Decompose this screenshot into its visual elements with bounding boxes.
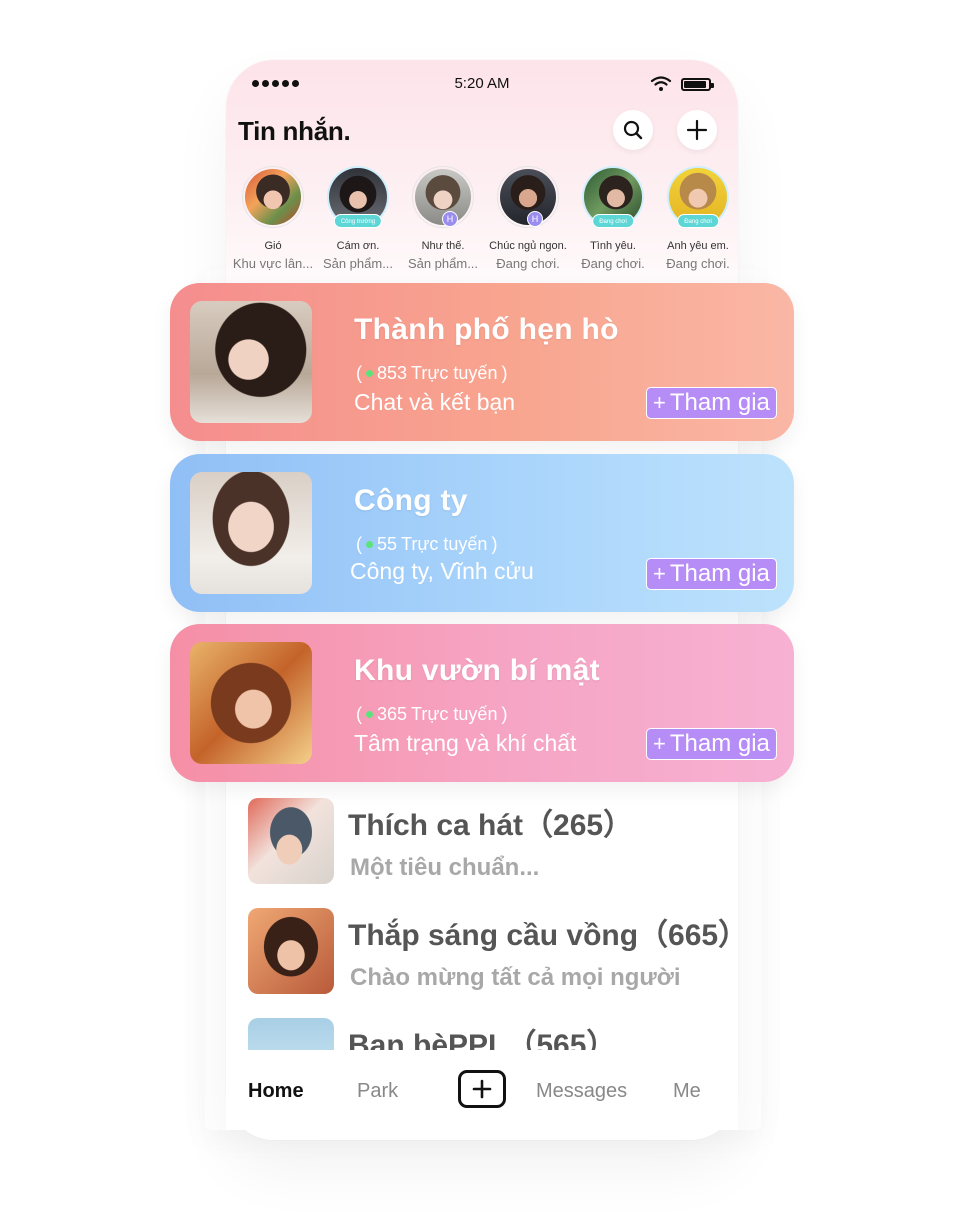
plus-icon: [686, 119, 708, 141]
story-item[interactable]: Công trường Cám ơn. Sản phẩm...: [314, 166, 402, 271]
group-thumbnail: [248, 908, 334, 994]
join-button[interactable]: + Tham gia: [646, 728, 777, 760]
status-badge: Đang chơi: [677, 214, 719, 228]
story-item[interactable]: H Chúc ngủ ngon. Đang chơi.: [484, 166, 572, 271]
online-count: ( 365 Trực tuyến ): [356, 704, 507, 725]
join-button[interactable]: + Tham gia: [646, 558, 777, 590]
group-title: Bạn bèPPL（565）: [348, 1029, 617, 1050]
online-close-paren: ): [501, 363, 508, 383]
group-thumbnail: [248, 1018, 334, 1050]
room-photo: [190, 301, 312, 423]
story-status: Sản phẩm...: [322, 256, 394, 271]
status-badge: H: [442, 211, 458, 227]
story-name: Chúc ngủ ngon.: [489, 240, 567, 252]
tab-home[interactable]: Home: [248, 1080, 304, 1103]
online-dot-icon: [366, 370, 373, 377]
list-item[interactable]: Bạn bèPPL（565）: [248, 1018, 768, 1050]
status-badge: Công trường: [333, 214, 383, 228]
story-name: Anh yêu em.: [667, 240, 729, 252]
avatar: [242, 166, 304, 228]
avatar: H: [412, 166, 474, 228]
plus-icon: +: [653, 561, 666, 586]
room-title: Thành phố hẹn hò: [354, 313, 619, 346]
group-subtitle: Một tiêu chuẩn...: [350, 854, 540, 881]
online-label: Trực tuyến: [411, 704, 498, 724]
room-card-company[interactable]: Công ty ( 55 Trực tuyến ) Công ty, Vĩnh …: [170, 454, 794, 612]
room-description: Tâm trạng và khí chất: [354, 730, 577, 756]
online-open-paren: (: [356, 534, 362, 554]
page-title: Tin nhắn.: [238, 116, 351, 146]
room-title: Khu vườn bí mật: [354, 654, 600, 687]
group-subtitle: Chào mừng tất cả mọi người: [350, 964, 681, 991]
room-photo: [190, 642, 312, 764]
story-status: Đang chơi.: [581, 256, 645, 271]
status-badge: Đang chơi: [592, 214, 634, 228]
status-bar: 5:20 AM: [226, 70, 738, 98]
room-description: Chat và kết bạn: [354, 389, 516, 415]
list-item[interactable]: Thích ca hát（265） Một tiêu chuẩn...: [248, 798, 768, 888]
group-thumbnail: [248, 798, 334, 884]
wifi-icon: [650, 76, 672, 91]
list-item[interactable]: Thắp sáng cầu vồng（665） Chào mừng tất cả…: [248, 908, 768, 998]
avatar: Đang chơi: [582, 166, 644, 228]
online-close-paren: ): [501, 704, 508, 724]
online-number: 365: [377, 704, 408, 724]
online-close-paren: ): [491, 534, 498, 554]
room-description: Công ty, Vĩnh cửu: [350, 558, 534, 584]
online-number: 853: [377, 363, 408, 383]
story-item[interactable]: Đang chơi Anh yêu em. Đang chơi.: [654, 166, 742, 271]
join-button[interactable]: + Tham gia: [646, 387, 777, 419]
story-status: Sản phẩm...: [407, 256, 479, 271]
plus-icon: +: [653, 731, 666, 756]
battery-icon: [681, 78, 714, 91]
stories-row: Gió Khu vực lân... Công trường Cám ơn. S…: [228, 166, 738, 276]
join-label: Tham gia: [669, 389, 770, 416]
add-button[interactable]: [677, 110, 717, 150]
group-title: Thích ca hát（265）: [348, 809, 634, 842]
online-dot-icon: [366, 711, 373, 718]
story-name: Gió: [264, 240, 282, 252]
room-card-dating-city[interactable]: Thành phố hẹn hò ( 853 Trực tuyến ) Chat…: [170, 283, 794, 441]
plus-icon: [472, 1079, 492, 1099]
avatar: Công trường: [327, 166, 389, 228]
avatar: H: [497, 166, 559, 228]
story-name: Như thế.: [421, 240, 465, 252]
room-card-secret-garden[interactable]: Khu vườn bí mật ( 365 Trực tuyến ) Tâm t…: [170, 624, 794, 782]
story-name: Cám ơn.: [336, 240, 380, 252]
group-title: Thắp sáng cầu vồng（665）: [348, 919, 749, 952]
room-title: Công ty: [354, 484, 468, 517]
online-label: Trực tuyến: [411, 363, 498, 383]
online-count: ( 853 Trực tuyến ): [356, 363, 507, 384]
story-item[interactable]: Gió Khu vực lân...: [229, 166, 317, 271]
online-number: 55: [377, 534, 398, 554]
tab-bar: Home Park Messages Me: [226, 1050, 738, 1130]
tab-park[interactable]: Park: [357, 1080, 398, 1103]
online-label: Trực tuyến: [401, 534, 488, 554]
search-button[interactable]: [613, 110, 653, 150]
story-status: Khu vực lân...: [232, 256, 314, 271]
story-status: Đang chơi.: [666, 256, 730, 271]
avatar: Đang chơi: [667, 166, 729, 228]
join-label: Tham gia: [669, 560, 770, 587]
search-icon: [623, 120, 643, 140]
online-open-paren: (: [356, 363, 362, 383]
online-count: ( 55 Trực tuyến ): [356, 534, 497, 555]
story-status: Đang chơi.: [496, 256, 560, 271]
status-badge: H: [527, 211, 543, 227]
tab-me[interactable]: Me: [673, 1080, 701, 1103]
online-dot-icon: [366, 541, 373, 548]
plus-icon: +: [653, 390, 666, 415]
story-name: Tình yêu.: [590, 240, 636, 252]
tab-messages[interactable]: Messages: [536, 1080, 627, 1103]
tab-add-button[interactable]: [458, 1070, 506, 1108]
room-photo: [190, 472, 312, 594]
story-item[interactable]: Đang chơi Tình yêu. Đang chơi.: [569, 166, 657, 271]
join-label: Tham gia: [669, 730, 770, 757]
story-item[interactable]: H Như thế. Sản phẩm...: [399, 166, 487, 271]
online-open-paren: (: [356, 704, 362, 724]
